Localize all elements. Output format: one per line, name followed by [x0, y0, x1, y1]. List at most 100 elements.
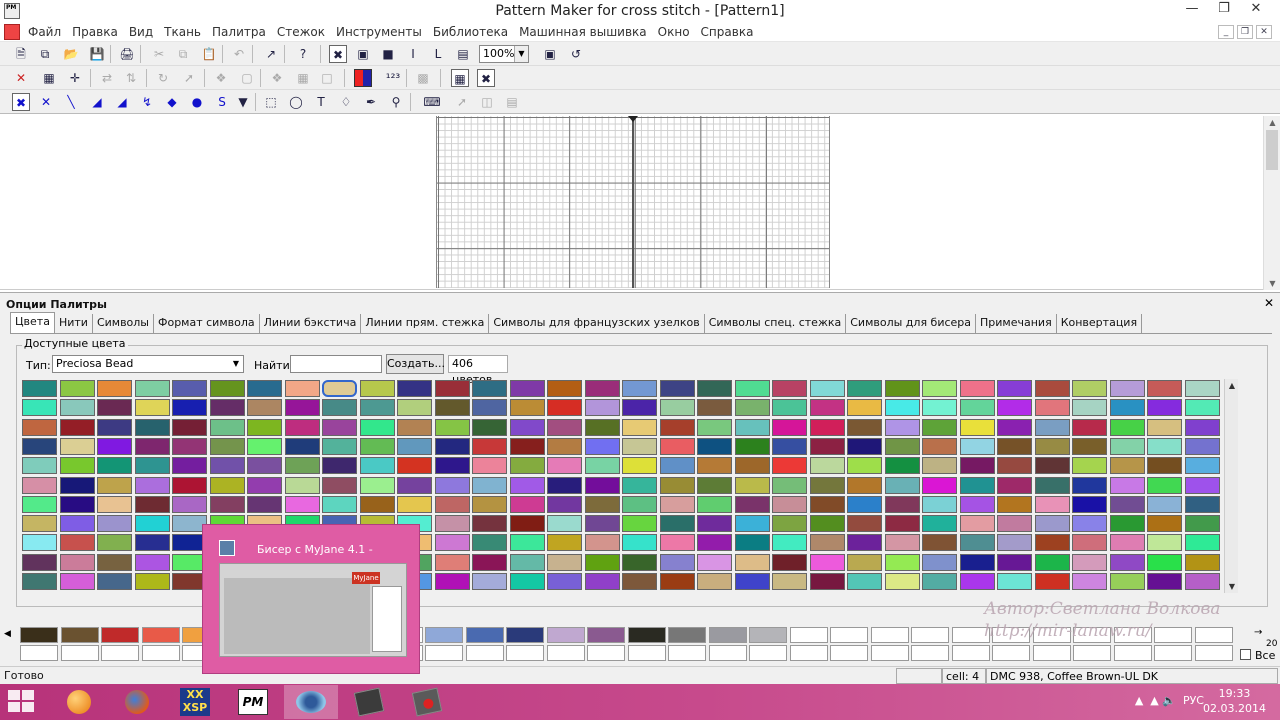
color-swatch[interactable] [1072, 399, 1107, 417]
import-icon[interactable]: ↗ [262, 45, 280, 63]
color-swatch[interactable] [509, 573, 545, 590]
color-swatch[interactable] [397, 437, 432, 455]
color-swatch[interactable] [734, 476, 770, 494]
color-swatch[interactable] [1109, 495, 1145, 513]
palette-slot[interactable] [1073, 645, 1111, 661]
color-swatch[interactable] [284, 437, 320, 455]
color-swatch[interactable] [847, 437, 882, 455]
color-swatch[interactable] [1072, 553, 1107, 571]
color-swatch[interactable] [209, 418, 245, 436]
color-swatch[interactable] [547, 399, 582, 417]
zoom-tool-icon[interactable]: ↺ [567, 45, 585, 63]
color-swatch[interactable] [1034, 437, 1070, 455]
color-swatch[interactable] [997, 515, 1032, 533]
color-swatch[interactable] [772, 515, 807, 533]
close-button[interactable]: ✕ [1240, 0, 1272, 20]
line-tool-icon[interactable]: ➚ [453, 93, 471, 111]
color-swatch[interactable] [434, 553, 470, 571]
color-swatch[interactable] [697, 418, 732, 436]
lasso-select-icon[interactable]: ◯ [287, 93, 305, 111]
color-swatch[interactable] [1147, 553, 1182, 571]
color-swatch[interactable] [322, 476, 357, 494]
menu-edit[interactable]: Правка [66, 22, 123, 39]
color-swatch[interactable] [22, 515, 57, 533]
color-swatch[interactable] [1109, 437, 1145, 455]
palette-slot[interactable] [465, 627, 504, 643]
color-swatch[interactable] [322, 418, 357, 436]
menu-help[interactable]: Справка [695, 22, 759, 39]
taskbar-app-orange-icon[interactable] [52, 685, 106, 719]
color-swatch[interactable] [734, 457, 770, 475]
color-swatch[interactable] [697, 573, 732, 590]
all-checkbox[interactable]: Все [1240, 649, 1275, 662]
letter-view-icon[interactable]: L [429, 45, 447, 63]
color-swatch[interactable] [97, 553, 132, 571]
color-swatch[interactable] [1147, 534, 1182, 552]
palette-slot[interactable] [587, 645, 625, 661]
color-swatch[interactable] [622, 418, 657, 436]
select-all-icon[interactable]: ❖ [212, 69, 230, 87]
color-swatch[interactable] [1034, 534, 1070, 552]
color-swatch[interactable] [59, 534, 95, 552]
color-swatch[interactable] [97, 418, 132, 436]
palette-slot[interactable] [506, 627, 544, 643]
color-swatch[interactable] [172, 457, 207, 475]
color-swatch[interactable] [997, 495, 1032, 513]
color-swatch[interactable] [847, 534, 882, 552]
color-swatch[interactable] [847, 553, 882, 571]
color-swatch[interactable] [734, 437, 770, 455]
color-swatch[interactable] [809, 476, 845, 494]
color-swatch[interactable] [997, 418, 1032, 436]
color-swatch[interactable] [659, 418, 695, 436]
color-swatch[interactable] [322, 457, 357, 475]
color-swatch[interactable] [434, 418, 470, 436]
color-swatch[interactable] [1109, 515, 1145, 533]
color-swatch[interactable] [1147, 476, 1182, 494]
color-swatch[interactable] [772, 553, 807, 571]
color-swatch[interactable] [134, 515, 170, 533]
color-swatch[interactable] [847, 380, 882, 397]
color-swatch[interactable] [209, 457, 245, 475]
color-swatch[interactable] [622, 399, 657, 417]
color-swatch[interactable] [97, 399, 132, 417]
color-swatch[interactable] [884, 476, 920, 494]
print-icon[interactable]: 🖨 [118, 45, 136, 63]
color-swatch[interactable] [734, 515, 770, 533]
tab-conversion[interactable]: Конвертация [1057, 314, 1143, 333]
color-swatch[interactable] [397, 457, 432, 475]
palette-slot[interactable] [627, 645, 666, 661]
color-swatch[interactable] [1034, 457, 1070, 475]
copy-section-icon[interactable]: ▦ [40, 69, 58, 87]
taskbar-app-red-icon[interactable] [400, 685, 454, 719]
color-swatch[interactable] [209, 437, 245, 455]
color-swatch[interactable] [359, 418, 395, 436]
color-swatch[interactable] [884, 534, 920, 552]
color-swatch[interactable] [772, 534, 807, 552]
color-swatch[interactable] [772, 476, 807, 494]
color-swatch[interactable] [959, 399, 995, 417]
palette-slot[interactable] [911, 645, 949, 661]
minimize-button[interactable]: — [1176, 0, 1208, 20]
color-swatch[interactable] [172, 399, 207, 417]
text-view-icon[interactable]: I [404, 45, 422, 63]
menu-file[interactable]: Файл [22, 22, 66, 39]
palette-slot[interactable] [870, 627, 909, 643]
keyboard-icon[interactable]: ⌨ [423, 93, 441, 111]
color-swatch[interactable] [772, 495, 807, 513]
color-swatch[interactable] [1147, 495, 1182, 513]
cross-move-icon[interactable]: ✛ [66, 69, 84, 87]
color-swatch[interactable] [922, 476, 957, 494]
color-swatch[interactable] [659, 573, 695, 590]
color-swatch[interactable] [134, 534, 170, 552]
color-swatch[interactable] [922, 573, 957, 590]
color-swatch[interactable] [1034, 399, 1070, 417]
color-swatch[interactable] [1034, 380, 1070, 397]
palette-slot[interactable] [465, 645, 504, 661]
color-swatch[interactable] [172, 437, 207, 455]
color-swatch[interactable] [622, 437, 657, 455]
color-swatch[interactable] [809, 418, 845, 436]
color-swatch[interactable] [734, 418, 770, 436]
color-swatch[interactable] [734, 573, 770, 590]
color-swatch[interactable] [284, 495, 320, 513]
color-swatch[interactable] [247, 399, 282, 417]
